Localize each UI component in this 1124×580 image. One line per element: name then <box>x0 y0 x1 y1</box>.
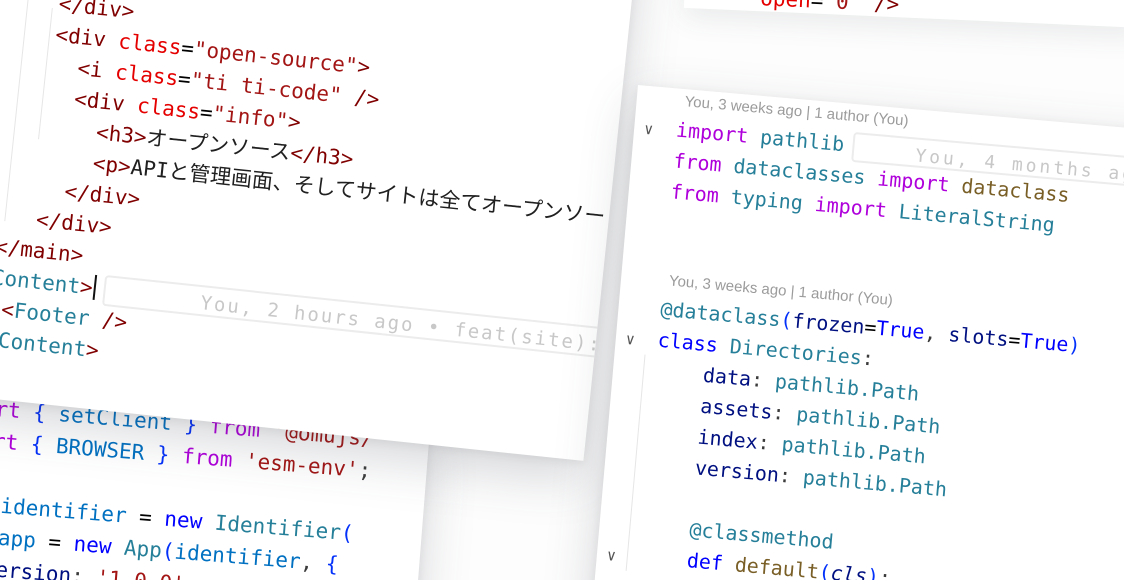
code-token: { <box>17 431 57 458</box>
code-token: : <box>771 400 797 426</box>
code-token: </h3> <box>289 141 354 171</box>
code-token: : <box>757 430 783 456</box>
code-token: import <box>864 165 950 196</box>
code-token: /> <box>340 84 380 112</box>
code-token: cls <box>830 561 868 580</box>
code-token: typing <box>718 184 804 215</box>
code-editor-surface[interactable]: You, 3 weeks ago | 1 author (You)∨import… <box>604 86 1124 580</box>
code-token: /> <box>861 0 900 16</box>
code-token: Content <box>0 328 87 361</box>
code-token: Content <box>0 265 81 298</box>
code-token: > <box>85 337 100 362</box>
code-token: , <box>300 550 327 576</box>
code-token: ; <box>358 458 373 483</box>
code-token: from <box>670 179 720 207</box>
code-token: from <box>673 148 723 176</box>
code-token <box>684 0 761 10</box>
code-token: : <box>778 463 804 489</box>
code-token: class <box>136 93 201 123</box>
code-token: "info" <box>211 101 289 133</box>
code-token: default <box>734 552 820 580</box>
code-token: , <box>184 572 199 580</box>
code-token: import <box>802 191 888 222</box>
code-token: class <box>657 328 731 358</box>
code-token: pathlib <box>747 124 845 156</box>
code-editor-surface[interactable]: </div> <div class="open-source"> <i clas… <box>0 0 646 425</box>
code-token: BROWSER <box>55 434 145 465</box>
code-token: "0" <box>823 0 862 15</box>
code-token: = <box>126 504 166 531</box>
code-token: new <box>73 532 125 560</box>
code-token: version <box>0 555 72 580</box>
code-token: True <box>1019 328 1069 356</box>
code-token: > <box>356 54 371 79</box>
code-token: data <box>654 359 752 391</box>
code-token: class <box>114 60 179 90</box>
code-token: from <box>181 444 233 472</box>
editor-card-svelte: </div> <div class="open-source"> <i clas… <box>0 0 646 461</box>
code-token: > <box>287 109 302 134</box>
code-token: frozen <box>791 308 865 338</box>
code-token: : <box>70 564 97 580</box>
code-token: class <box>117 29 182 59</box>
code-token: def <box>638 544 736 576</box>
code-token: 'esm-env' <box>232 448 360 482</box>
code-token: new <box>163 507 215 535</box>
code-token: import <box>675 118 749 148</box>
code-token: > <box>79 274 94 299</box>
code-token: '1.0.0' <box>95 566 185 580</box>
editor-card-python: You, 3 weeks ago | 1 author (You)∨import… <box>577 85 1124 580</box>
code-token: { <box>325 552 340 577</box>
code-token: ( <box>340 521 355 546</box>
chevron-down-icon[interactable]: ∨ <box>604 540 641 574</box>
code-token: , <box>923 320 949 346</box>
code-token: slots <box>947 322 1009 351</box>
code-token: : <box>861 346 875 371</box>
code-token: : <box>878 565 892 580</box>
code-token: = <box>35 529 75 556</box>
code-token: ) <box>1067 333 1081 358</box>
code-token: open <box>760 0 812 12</box>
code-editor-surface[interactable]: open="0" /> <box>684 0 900 20</box>
editor-collage: open="0" /> port { setClient } from '@om… <box>0 0 1124 580</box>
code-token: App <box>123 536 163 563</box>
code-token: Footer <box>13 299 91 331</box>
code-token: index <box>649 420 759 453</box>
code-token: /> <box>88 307 128 335</box>
code-token: : <box>750 367 776 393</box>
code-token: True <box>875 316 925 344</box>
code-token: app <box>0 526 37 553</box>
code-token: } <box>143 441 183 468</box>
editor-card-fragment: open="0" /> <box>684 0 1124 28</box>
gutter-space <box>633 206 670 240</box>
code-line: open="0" /> <box>684 0 900 20</box>
code-token: port <box>0 427 19 455</box>
